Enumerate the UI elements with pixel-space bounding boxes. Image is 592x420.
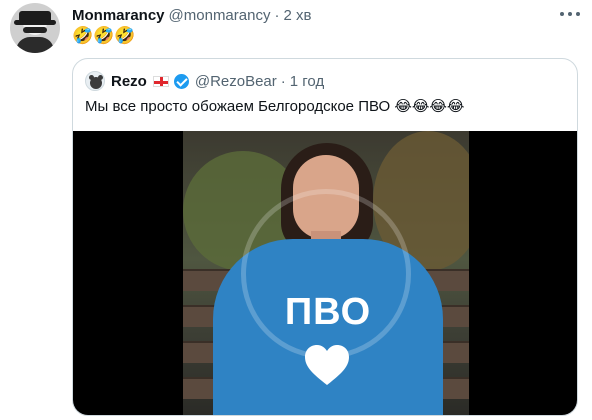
more-dot xyxy=(560,12,564,16)
quoted-timestamp[interactable]: 1 год xyxy=(290,73,324,90)
display-name[interactable]: Monmarancy xyxy=(72,7,165,24)
watermark-logo xyxy=(241,189,411,359)
tweet-text: 🤣🤣🤣 xyxy=(72,26,136,45)
tweet-header: Monmarancy @monmarancy · 2 хв xyxy=(72,5,311,25)
more-dot xyxy=(576,12,580,16)
more-horizontal-icon[interactable] xyxy=(560,6,580,22)
separator-dot: · xyxy=(274,6,280,24)
quoted-avatar[interactable] xyxy=(85,71,105,91)
quoted-tweet[interactable]: Rezo @RezoBear · 1 год Мы все просто обо… xyxy=(72,58,578,416)
user-handle[interactable]: @monmarancy xyxy=(169,7,271,24)
more-dot xyxy=(568,12,572,16)
quoted-display-name[interactable]: Rezo xyxy=(111,73,147,90)
verified-badge-icon xyxy=(173,73,189,89)
timestamp[interactable]: 2 хв xyxy=(283,7,311,24)
quoted-tweet-header: Rezo @RezoBear · 1 год xyxy=(85,71,324,91)
quoted-user-handle[interactable]: @RezoBear xyxy=(195,73,277,90)
avatar[interactable] xyxy=(10,3,60,53)
avatar-coat xyxy=(16,37,54,53)
video-frame: ПВО xyxy=(183,131,469,415)
georgia-flag-icon xyxy=(152,75,169,87)
quoted-tweet-text: Мы все просто обожаем Белгородское ПВО 😂… xyxy=(85,98,465,115)
bear-head xyxy=(90,77,102,89)
avatar-glasses xyxy=(23,27,47,33)
tweet[interactable]: Monmarancy @monmarancy · 2 хв 🤣🤣🤣 Rezo @… xyxy=(0,0,592,420)
video-media[interactable]: ПВО xyxy=(73,131,577,415)
separator-dot: · xyxy=(280,72,286,90)
avatar-hat-brim xyxy=(14,20,56,25)
